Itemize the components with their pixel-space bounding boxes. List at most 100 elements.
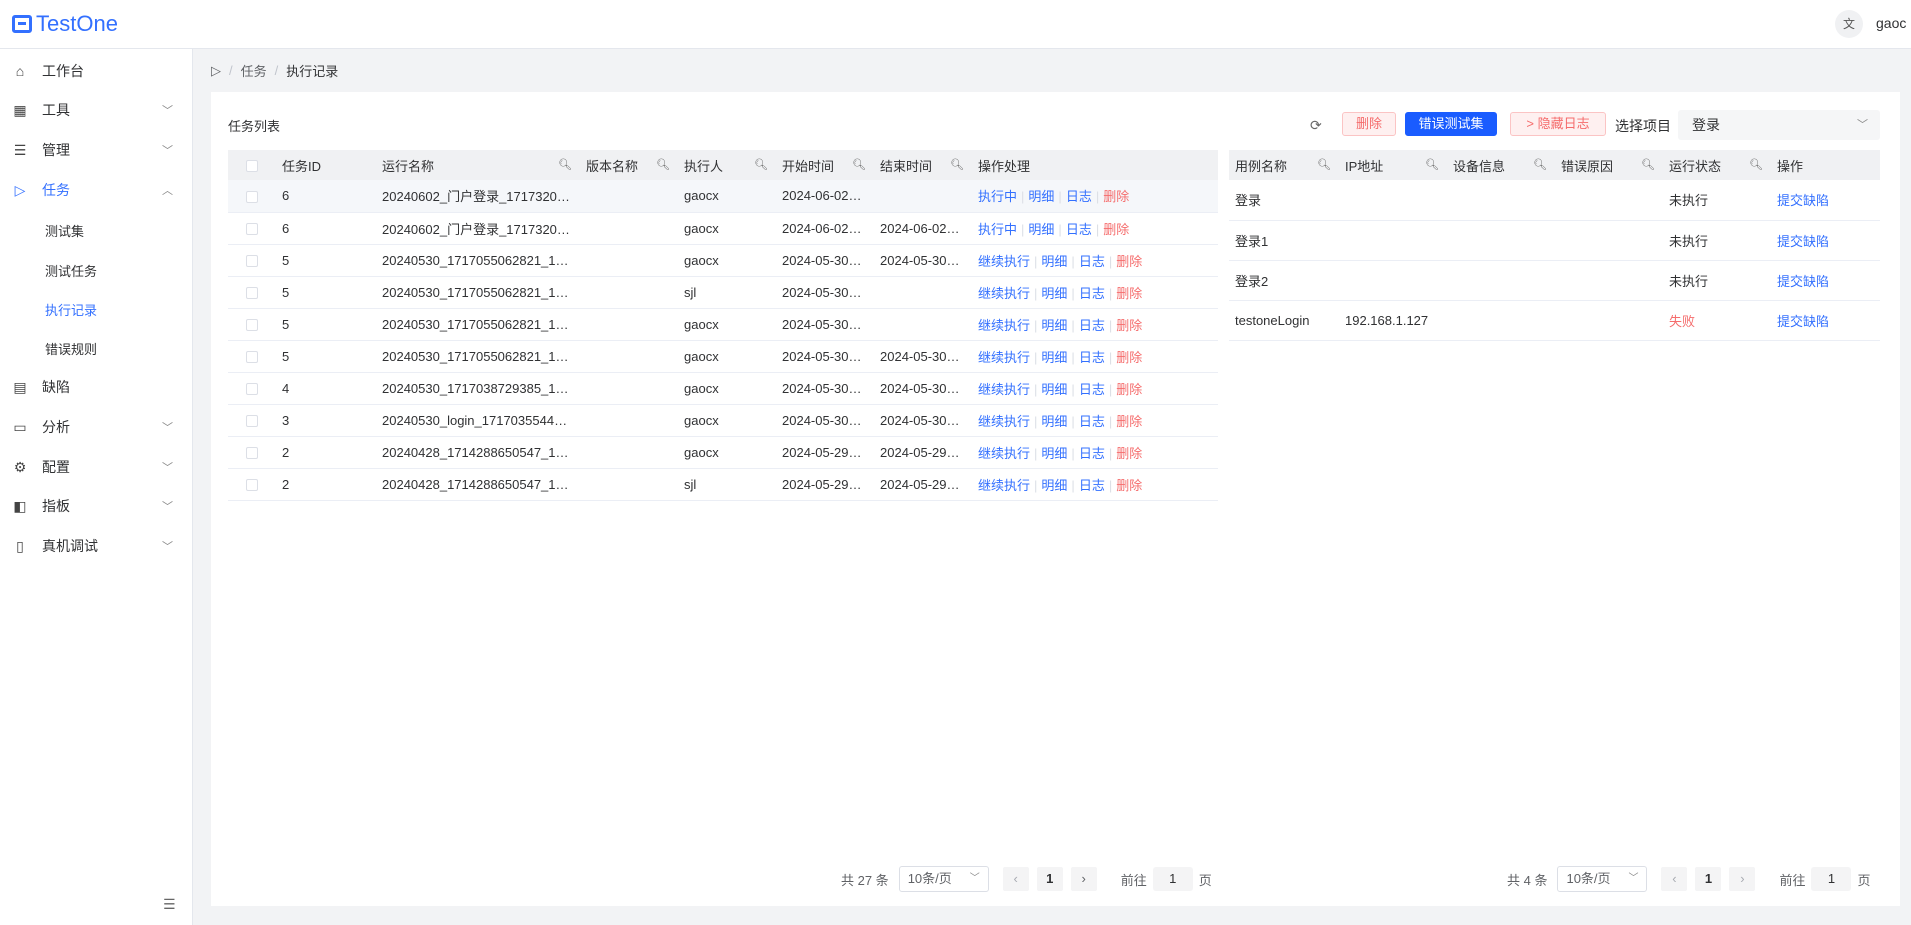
action-link[interactable]: 继续执行 (978, 350, 1030, 365)
log-link[interactable]: 日志 (1066, 189, 1092, 204)
project-select[interactable]: 登录 ﹀ (1678, 110, 1880, 140)
table-row[interactable]: 6 20240602_门户登录_1717320… gaocx 2024-06-02… 2… (228, 212, 1218, 245)
submit-defect-link[interactable]: 提交缺陷 (1771, 180, 1880, 221)
sidebar-item-tasks[interactable]: ▷ 任务 ︿ (0, 170, 193, 210)
action-link[interactable]: 继续执行 (978, 414, 1030, 429)
row-checkbox[interactable] (228, 340, 276, 373)
delete-link[interactable]: 删除 (1116, 478, 1142, 493)
submit-defect-link[interactable]: 提交缺陷 (1771, 260, 1880, 301)
detail-link[interactable]: 明细 (1041, 286, 1067, 301)
detail-link[interactable]: 明细 (1041, 446, 1067, 461)
user-name[interactable]: gaoc (1876, 15, 1906, 31)
sidebar-item-tools[interactable]: ▦ 工具 ﹀ (0, 90, 193, 130)
action-link[interactable]: 继续执行 (978, 446, 1030, 461)
detail-link[interactable]: 明细 (1041, 254, 1067, 269)
refresh-icon[interactable]: ⟳ (1310, 117, 1322, 134)
sidebar-item-device-debug[interactable]: ▯ 真机调试 ﹀ (0, 526, 193, 566)
table-row[interactable]: 2 20240428_1714288650547_1… gaocx 2024-05-2… (228, 436, 1218, 469)
error-testset-button[interactable]: 错误测试集 (1405, 112, 1497, 136)
delete-link[interactable]: 删除 (1116, 382, 1142, 397)
sidebar-item-defects[interactable]: ▤ 缺陷 (0, 367, 193, 407)
detail-link[interactable]: 明细 (1041, 318, 1067, 333)
page-number[interactable]: 1 (1695, 867, 1722, 891)
table-row[interactable]: 2 20240428_1714288650547_1… sjl 2024-05-29…… (228, 468, 1218, 501)
table-row[interactable]: 5 20240530_1717055062821_1… sjl 2024-05-30…… (228, 276, 1218, 309)
log-link[interactable]: 日志 (1079, 350, 1105, 365)
delete-link[interactable]: 删除 (1116, 254, 1142, 269)
row-checkbox[interactable] (228, 404, 276, 437)
delete-link[interactable]: 删除 (1103, 222, 1129, 237)
prev-page-button[interactable]: ‹ (1002, 867, 1029, 891)
search-icon[interactable]: 🔍︎ (754, 158, 768, 171)
table-row[interactable]: testoneLogin 192.168.1.127 失败 提交缺陷 (1229, 300, 1880, 341)
sidebar-sub-errorrules[interactable]: 错误规则 (45, 339, 97, 358)
sidebar-sub-testset[interactable]: 测试集 (45, 221, 84, 240)
sidebar-item-analysis[interactable]: ▭ 分析 ﹀ (0, 407, 193, 447)
action-link[interactable]: 继续执行 (978, 254, 1030, 269)
select-all-checkbox[interactable] (228, 150, 276, 180)
page-size-select[interactable]: 10条/页 ﹀ (898, 866, 989, 892)
logo[interactable]: TestOne (12, 11, 118, 37)
log-link[interactable]: 日志 (1079, 286, 1105, 301)
delete-link[interactable]: 删除 (1116, 414, 1142, 429)
action-link[interactable]: 继续执行 (978, 286, 1030, 301)
detail-link[interactable]: 明细 (1041, 382, 1067, 397)
delete-button[interactable]: 删除 (1342, 112, 1396, 136)
log-link[interactable]: 日志 (1079, 414, 1105, 429)
action-link[interactable]: 继续执行 (978, 382, 1030, 397)
detail-link[interactable]: 明细 (1041, 350, 1067, 365)
table-row[interactable]: 5 20240530_1717055062821_1… gaocx 2024-05-3… (228, 244, 1218, 277)
search-icon[interactable]: 🔍︎ (1533, 158, 1547, 171)
table-row[interactable]: 5 20240530_1717055062821_1… gaocx 2024-05-3… (228, 308, 1218, 341)
action-link[interactable]: 继续执行 (978, 478, 1030, 493)
sidebar-sub-records[interactable]: 执行记录 (45, 300, 97, 319)
action-link[interactable]: 继续执行 (978, 318, 1030, 333)
sidebar-sub-testtask[interactable]: 测试任务 (45, 261, 97, 280)
sidebar-item-workbench[interactable]: ⌂ 工作台 (0, 51, 193, 91)
delete-link[interactable]: 删除 (1103, 189, 1129, 204)
sidebar-item-manage[interactable]: ☰ 管理 ﹀ (0, 130, 193, 170)
action-link[interactable]: 执行中 (978, 189, 1017, 204)
search-icon[interactable]: 🔍︎ (1749, 158, 1763, 171)
row-checkbox[interactable] (228, 276, 276, 309)
search-icon[interactable]: 🔍︎ (656, 158, 670, 171)
page-number[interactable]: 1 (1036, 867, 1063, 891)
log-link[interactable]: 日志 (1079, 382, 1105, 397)
detail-link[interactable]: 明细 (1041, 478, 1067, 493)
submit-defect-link[interactable]: 提交缺陷 (1771, 220, 1880, 261)
action-link[interactable]: 执行中 (978, 222, 1017, 237)
collapse-sidebar-icon[interactable]: ☰ (163, 896, 176, 913)
delete-link[interactable]: 删除 (1116, 350, 1142, 365)
page-size-select[interactable]: 10条/页 ﹀ (1557, 866, 1648, 892)
sidebar-item-board[interactable]: ◧ 指板 ﹀ (0, 486, 193, 526)
row-checkbox[interactable] (228, 436, 276, 469)
hide-log-button[interactable]: > 隐藏日志 (1510, 112, 1606, 136)
detail-link[interactable]: 明细 (1028, 189, 1054, 204)
delete-link[interactable]: 删除 (1116, 318, 1142, 333)
send-icon[interactable]: ▷ (211, 63, 221, 79)
log-link[interactable]: 日志 (1079, 254, 1105, 269)
search-icon[interactable]: 🔍︎ (558, 158, 572, 171)
sidebar-item-config[interactable]: ⚙ 配置 ﹀ (0, 447, 193, 487)
search-icon[interactable]: 🔍︎ (1425, 158, 1439, 171)
table-row[interactable]: 6 20240602_门户登录_1717320… gaocx 2024-06-02… 执… (228, 180, 1218, 213)
detail-link[interactable]: 明细 (1041, 414, 1067, 429)
row-checkbox[interactable] (228, 372, 276, 405)
table-row[interactable]: 4 20240530_1717038729385_1… gaocx 2024-05-3… (228, 372, 1218, 405)
table-row[interactable]: 5 20240530_1717055062821_1… gaocx 2024-05-3… (228, 340, 1218, 373)
log-link[interactable]: 日志 (1079, 478, 1105, 493)
detail-link[interactable]: 明细 (1028, 222, 1054, 237)
log-link[interactable]: 日志 (1079, 318, 1105, 333)
table-row[interactable]: 登录2 未执行 提交缺陷 (1229, 260, 1880, 301)
search-icon[interactable]: 🔍︎ (950, 158, 964, 171)
translate-icon[interactable]: 文 (1835, 10, 1863, 38)
table-row[interactable]: 登录1 未执行 提交缺陷 (1229, 220, 1880, 261)
row-checkbox[interactable] (228, 468, 276, 501)
log-link[interactable]: 日志 (1079, 446, 1105, 461)
goto-page-input[interactable]: 1 (1152, 867, 1193, 891)
delete-link[interactable]: 删除 (1116, 286, 1142, 301)
breadcrumb-parent[interactable]: 任务 (241, 61, 267, 80)
row-checkbox[interactable] (228, 180, 276, 213)
row-checkbox[interactable] (228, 308, 276, 341)
table-row[interactable]: 登录 未执行 提交缺陷 (1229, 180, 1880, 221)
